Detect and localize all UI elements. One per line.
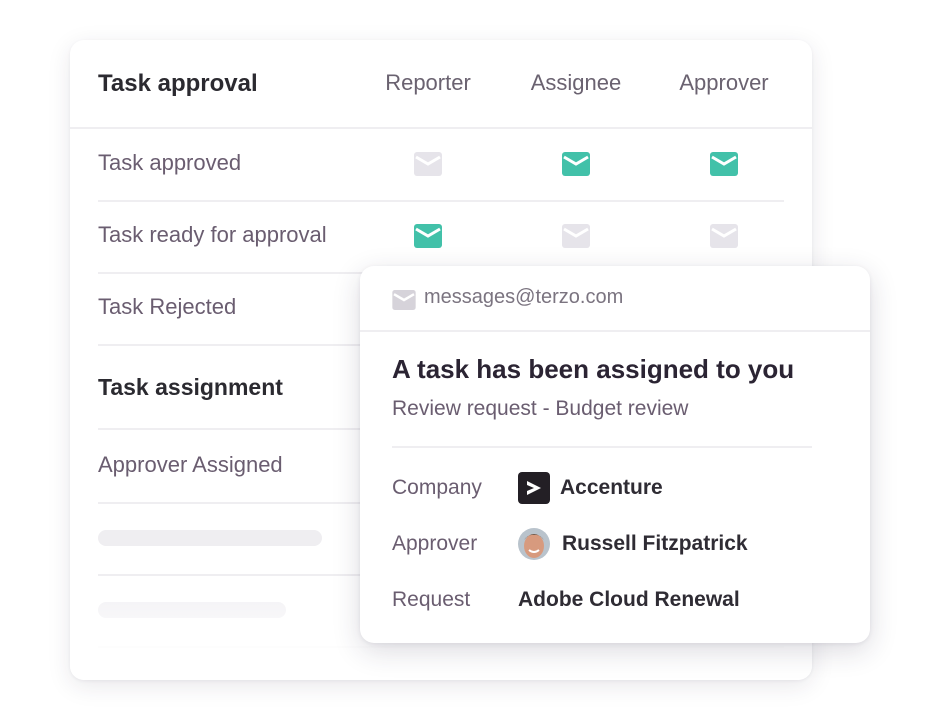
accenture-logo-icon (518, 472, 550, 504)
column-header-assignee: Assignee (530, 70, 622, 95)
divider (392, 446, 812, 448)
row-label: Task approved (98, 150, 242, 175)
column-header-approver: Approver (679, 70, 769, 95)
table-row: Task approved (98, 128, 784, 202)
row-label: Approver Assigned (98, 452, 283, 477)
mail-icon-active[interactable] (414, 224, 442, 248)
detail-label-approver: Approver (392, 532, 478, 555)
detail-label-company: Company (392, 476, 482, 499)
detail-value-request: Adobe Cloud Renewal (518, 588, 740, 611)
section-heading: Task assignment (98, 374, 283, 400)
approver-name: Russell Fitzpatrick (562, 532, 748, 555)
email-preview-card: messages@terzo.com A task has been assig… (360, 266, 870, 643)
detail-value-company: Accenture (518, 472, 663, 504)
mail-icon-active[interactable] (562, 152, 590, 176)
table-row: Task ready for approval (98, 200, 784, 274)
column-header-reporter: Reporter (385, 70, 471, 95)
mail-icon-inactive[interactable] (414, 152, 442, 176)
email-subline: Review request - Budget review (392, 397, 689, 420)
mail-icon (392, 290, 416, 310)
row-label: Task Rejected (98, 294, 237, 319)
detail-value-approver: Russell Fitzpatrick (518, 528, 748, 560)
table-header: Task approval Reporter Assignee Approver (70, 40, 812, 129)
detail-label-request: Request (392, 588, 471, 611)
company-name: Accenture (560, 476, 663, 499)
skeleton-placeholder (98, 602, 286, 618)
email-subject: A task has been assigned to you (392, 354, 795, 384)
mail-icon-inactive[interactable] (710, 224, 738, 248)
email-from-row: messages@terzo.com (360, 266, 870, 332)
mail-icon-inactive[interactable] (562, 224, 590, 248)
skeleton-placeholder (98, 530, 322, 546)
section-title: Task approval (98, 70, 258, 97)
row-label: Task ready for approval (98, 222, 327, 247)
email-sender: messages@terzo.com (424, 286, 624, 308)
avatar (518, 528, 550, 560)
mail-icon-active[interactable] (710, 152, 738, 176)
